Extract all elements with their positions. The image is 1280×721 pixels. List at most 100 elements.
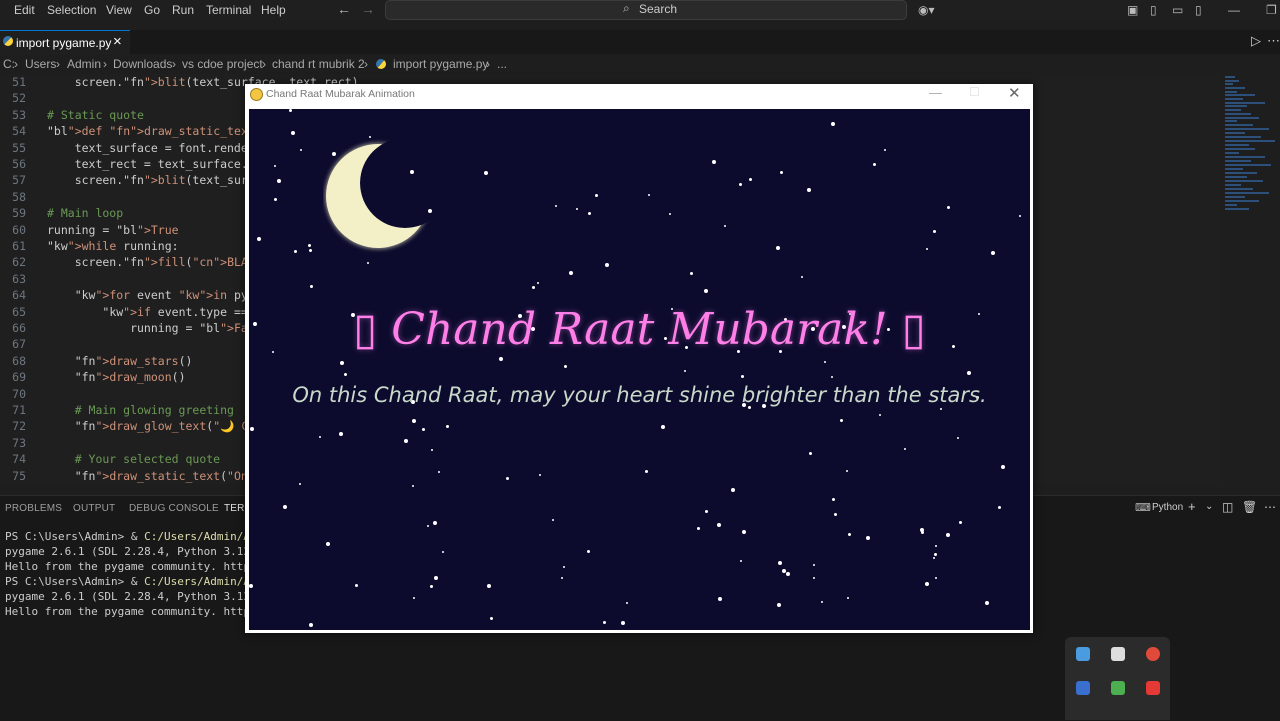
- terminal-line: Hello from the pygame community. https:/: [5, 560, 245, 573]
- breadcrumb-item[interactable]: Admin: [67, 57, 101, 71]
- line-code: text_rect = text_surface.g: [47, 157, 255, 171]
- toggle-sidebar-icon[interactable]: ▯: [1150, 3, 1157, 17]
- copilot-icon[interactable]: ◉▾: [918, 3, 935, 17]
- star: [786, 572, 790, 576]
- breadcrumb-item[interactable]: vs cdoe project: [182, 57, 263, 71]
- star: [433, 521, 437, 525]
- forward-arrow-icon[interactable]: →: [361, 1, 375, 17]
- tab-debug-console[interactable]: DEBUG CONSOLE: [129, 503, 219, 514]
- split-terminal-icon[interactable]: ◫: [1222, 500, 1233, 514]
- recorder-icon[interactable]: [1146, 681, 1160, 695]
- layout-customize-icon[interactable]: ▣: [1127, 3, 1138, 17]
- menu-go[interactable]: Go: [144, 3, 160, 17]
- menu-help[interactable]: Help: [261, 3, 286, 17]
- breadcrumb-item[interactable]: Users: [25, 57, 56, 71]
- minimap-line: [1225, 196, 1245, 198]
- star: [431, 449, 433, 451]
- minimize-icon[interactable]: —: [1228, 3, 1240, 17]
- line-number: 53: [12, 107, 26, 122]
- star: [684, 370, 686, 372]
- network-app-icon[interactable]: [1076, 647, 1090, 661]
- more-actions-icon[interactable]: ⋯: [1264, 500, 1276, 514]
- line-code: text_surface = font.render: [47, 140, 255, 155]
- minimap-line: [1225, 160, 1251, 162]
- star: [866, 536, 870, 540]
- minimap-line: [1225, 136, 1261, 138]
- sync-app-icon[interactable]: [1111, 681, 1125, 695]
- minimap[interactable]: [1222, 74, 1280, 214]
- toggle-panel-icon[interactable]: ▭: [1172, 3, 1183, 17]
- star: [813, 564, 815, 566]
- terminal-icon: ⌨: [1135, 502, 1151, 514]
- minimap-line: [1225, 180, 1263, 182]
- new-terminal-icon[interactable]: +: [1188, 499, 1196, 514]
- pygame-window[interactable]: Chand Raat Mubarak Animation — ☐ ✕ ▯ Cha…: [245, 84, 1033, 633]
- breadcrumb-item[interactable]: chand rt mubrik 2: [272, 57, 365, 71]
- chevron-right-icon: ›: [364, 57, 368, 71]
- back-arrow-icon[interactable]: ←: [337, 1, 351, 17]
- minimap-line: [1225, 132, 1245, 134]
- star: [427, 525, 429, 527]
- close-icon[interactable]: ✕: [1008, 84, 1021, 102]
- star: [626, 602, 628, 604]
- minimap-line: [1225, 83, 1233, 85]
- line-number: 65: [12, 304, 26, 319]
- system-tray-overflow: [1065, 637, 1170, 720]
- star: [873, 163, 876, 166]
- minimap-line: [1225, 168, 1243, 170]
- star: [605, 263, 609, 267]
- menu-run[interactable]: Run: [172, 3, 194, 17]
- terminal-shell-label[interactable]: Python: [1152, 502, 1183, 513]
- star: [442, 551, 444, 553]
- chevron-down-icon[interactable]: ⌄: [1205, 501, 1213, 512]
- tab-output[interactable]: OUTPUT: [73, 503, 115, 514]
- search-input[interactable]: Search: [639, 2, 677, 16]
- minimap-line: [1225, 144, 1249, 146]
- animation-canvas[interactable]: ▯ Chand Raat Mubarak! ▯ On this Chand Ra…: [249, 109, 1030, 630]
- toggle-secondary-sidebar-icon[interactable]: ▯: [1195, 3, 1202, 17]
- menu-edit[interactable]: Edit: [14, 3, 35, 17]
- minimap-line: [1225, 192, 1269, 194]
- star: [587, 550, 590, 553]
- star: [355, 584, 358, 587]
- menu-selection[interactable]: Selection: [47, 3, 96, 17]
- security-app-icon[interactable]: [1111, 647, 1125, 661]
- star: [422, 428, 425, 431]
- tab-close-icon[interactable]: ×: [113, 33, 122, 50]
- star: [412, 485, 414, 487]
- star: [724, 225, 726, 227]
- line-code: "kw">while running:: [47, 239, 179, 253]
- terminal-output[interactable]: PS C:\Users\Admin> & C:/Users/Admin/AppD…: [0, 529, 245, 629]
- breadcrumb-item[interactable]: import pygame.py: [393, 57, 488, 71]
- minimap-line: [1225, 188, 1253, 190]
- chevron-right-icon: ›: [56, 57, 60, 71]
- star: [621, 621, 625, 625]
- menu-view[interactable]: View: [106, 3, 132, 17]
- tab-problems[interactable]: PROBLEMS: [5, 503, 62, 514]
- star: [344, 373, 347, 376]
- run-icon[interactable]: ▷: [1251, 33, 1261, 49]
- star: [697, 527, 700, 530]
- editor-tab[interactable]: import pygame.py ×: [0, 30, 130, 55]
- line-code: # Main loop: [47, 206, 124, 221]
- star: [539, 474, 541, 476]
- app-tray-icon[interactable]: [1076, 681, 1090, 695]
- chrome-icon[interactable]: [1146, 647, 1160, 661]
- minimap-line: [1225, 156, 1265, 158]
- minimize-icon[interactable]: —: [929, 85, 942, 100]
- maximize-icon[interactable]: ☐: [969, 85, 980, 99]
- more-actions-icon[interactable]: ⋯: [1267, 33, 1280, 49]
- terminal-line: Hello from the pygame community. https:/: [5, 605, 245, 618]
- menu-terminal[interactable]: Terminal: [206, 3, 251, 17]
- line-code: # Static quote: [47, 107, 144, 122]
- line-number: 51: [12, 75, 26, 89]
- star: [291, 131, 295, 135]
- line-number: 73: [12, 435, 26, 450]
- breadcrumb-item[interactable]: ...: [497, 57, 507, 71]
- star: [846, 470, 848, 472]
- star: [1001, 465, 1005, 469]
- line-number: 69: [12, 370, 26, 385]
- breadcrumb-item[interactable]: Downloads: [113, 57, 172, 71]
- trash-icon[interactable]: 🗑: [1242, 500, 1257, 514]
- restore-icon[interactable]: ❐: [1266, 3, 1277, 17]
